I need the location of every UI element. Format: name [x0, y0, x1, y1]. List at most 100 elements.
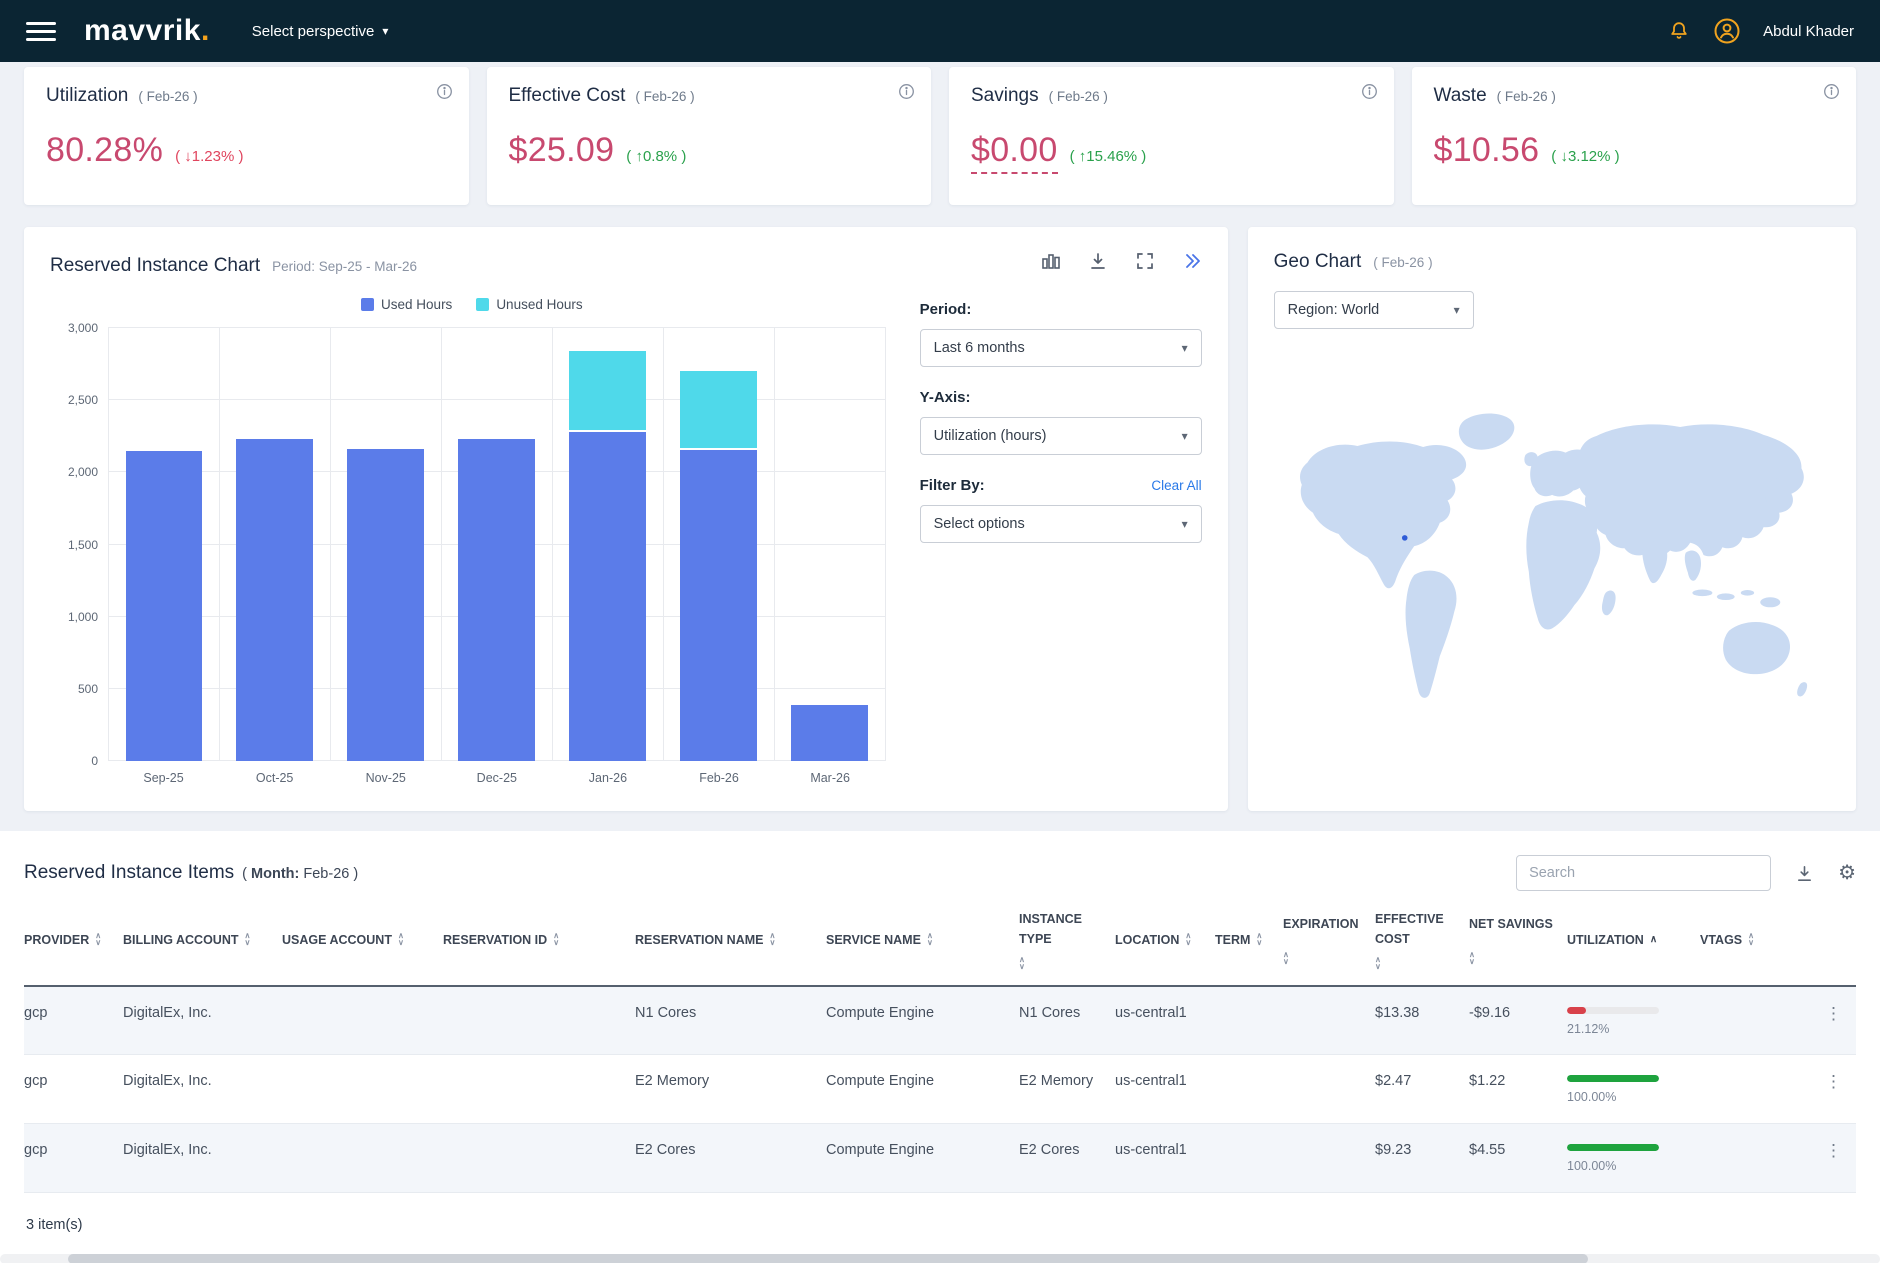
- column-header-net-savings[interactable]: NET SAVINGS∧∨: [1469, 909, 1555, 971]
- download-table-icon[interactable]: [1795, 864, 1814, 883]
- cell-service-name: Compute Engine: [826, 1140, 1007, 1162]
- filter-options-select[interactable]: Select options ▾: [920, 505, 1202, 543]
- user-avatar-icon[interactable]: [1713, 17, 1741, 45]
- column-header-billing-account[interactable]: BILLING ACCOUNT∧∨: [123, 909, 270, 971]
- horizontal-scrollbar-track[interactable]: [0, 1254, 1880, 1263]
- kpi-delta: ( ↑0.8% ): [626, 148, 686, 165]
- bar-stack: [791, 328, 868, 761]
- chart-panel-title: Reserved Instance Chart: [50, 255, 260, 277]
- kpi-card-row: Utilization( Feb-26 )80.28%( ↓1.23% )Eff…: [24, 67, 1856, 205]
- geo-period-subtitle: ( Feb-26 ): [1373, 255, 1432, 270]
- column-header-reservation-name[interactable]: RESERVATION NAME∧∨: [635, 909, 814, 971]
- column-header-vtags[interactable]: VTAGS∧∨: [1700, 909, 1800, 971]
- legend-label: Used Hours: [381, 297, 452, 312]
- bar-column-Dec-25: [442, 328, 553, 761]
- x-axis-tick-label: Dec-25: [441, 771, 552, 785]
- collapse-panel-icon[interactable]: [1182, 251, 1202, 271]
- cell-utilization: 100.00%: [1567, 1140, 1688, 1176]
- table-settings-gear-icon[interactable]: ⚙: [1838, 863, 1856, 883]
- horizontal-scrollbar-thumb[interactable]: [68, 1254, 1588, 1263]
- column-header-expiration[interactable]: EXPIRATION∧∨: [1283, 909, 1363, 971]
- row-actions-kebab-icon[interactable]: ⋮: [1812, 1071, 1856, 1090]
- column-header-reservation-id[interactable]: RESERVATION ID∧∨: [443, 909, 623, 971]
- search-input[interactable]: [1516, 855, 1771, 891]
- legend-item-unused-hours[interactable]: Unused Hours: [476, 297, 582, 312]
- clear-all-link[interactable]: Clear All: [1151, 478, 1201, 493]
- x-axis-tick-label: Nov-25: [330, 771, 441, 785]
- bar-segment-used: [569, 432, 646, 761]
- table-month: ( Month: Feb-26 ): [242, 866, 358, 882]
- chart-type-icon[interactable]: [1041, 251, 1061, 271]
- cell-service-name: Compute Engine: [826, 1071, 1007, 1093]
- kpi-title: Savings: [971, 85, 1039, 107]
- cell-effective-cost: $9.23: [1375, 1140, 1457, 1162]
- column-header-utilization[interactable]: UTILIZATION∧: [1567, 909, 1688, 971]
- y-axis-tick-label: 0: [91, 754, 98, 768]
- kpi-delta: ( ↓1.23% ): [175, 148, 243, 165]
- kpi-period: ( Feb-26 ): [138, 89, 197, 104]
- top-navbar: mavvrik. Select perspective ▾ Abdul Khad…: [0, 0, 1880, 62]
- column-header-instance-type[interactable]: INSTANCE TYPE ∧∨: [1019, 909, 1103, 971]
- period-select[interactable]: Last 6 months ▾: [920, 329, 1202, 367]
- geo-chart-panel: Geo Chart ( Feb-26 ) Region: World ▾: [1248, 227, 1856, 811]
- cell-net-savings: -$9.16: [1469, 1003, 1555, 1025]
- info-icon[interactable]: [1361, 83, 1378, 100]
- utilization-bar-fill: [1567, 1007, 1586, 1014]
- fullscreen-icon[interactable]: [1135, 251, 1155, 271]
- chevron-down-icon: ▾: [382, 24, 388, 38]
- sort-icon: ∧∨: [245, 933, 251, 947]
- kpi-title-row: Effective Cost( Feb-26 ): [509, 85, 910, 107]
- bar-stack: [126, 328, 203, 761]
- info-icon[interactable]: [1823, 83, 1840, 100]
- info-icon[interactable]: [898, 83, 915, 100]
- chevron-down-icon: ▾: [1182, 341, 1188, 355]
- cell-instance-type: E2 Memory: [1019, 1071, 1103, 1093]
- kpi-title-row: Savings( Feb-26 ): [971, 85, 1372, 107]
- bar-segment-unused: [680, 371, 757, 447]
- column-header-service-name[interactable]: SERVICE NAME∧∨: [826, 909, 1007, 971]
- info-icon[interactable]: [436, 83, 453, 100]
- y-axis-tick-label: 2,000: [68, 465, 98, 479]
- kpi-card-savings: Savings( Feb-26 )$0.00( ↑15.46% ): [949, 67, 1394, 205]
- bar-stack: [569, 328, 646, 761]
- download-chart-icon[interactable]: [1088, 251, 1108, 271]
- cell-utilization: 100.00%: [1567, 1071, 1688, 1107]
- kpi-card-effective-cost: Effective Cost( Feb-26 )$25.09( ↑0.8% ): [487, 67, 932, 205]
- user-name[interactable]: Abdul Khader: [1763, 23, 1854, 40]
- hamburger-menu-icon[interactable]: [26, 22, 56, 41]
- kpi-title: Waste: [1434, 85, 1487, 107]
- column-header-usage-account[interactable]: USAGE ACCOUNT∧∨: [282, 909, 431, 971]
- bar-column-Oct-25: [220, 328, 331, 761]
- row-actions-kebab-icon[interactable]: ⋮: [1812, 1140, 1856, 1159]
- column-header-term[interactable]: TERM∧∨: [1215, 909, 1271, 971]
- cell-reservation-name: N1 Cores: [635, 1003, 814, 1025]
- column-header-label: INSTANCE TYPE: [1019, 909, 1103, 949]
- table-footer-count: 3 item(s): [24, 1193, 1856, 1249]
- table-row: gcpDigitalEx, Inc.E2 CoresCompute Engine…: [24, 1124, 1856, 1193]
- sort-icon: ∧∨: [1748, 933, 1754, 947]
- x-axis-tick-label: Sep-25: [108, 771, 219, 785]
- sort-icon: ∧∨: [1375, 957, 1381, 971]
- table-row: gcpDigitalEx, Inc.N1 CoresCompute Engine…: [24, 987, 1856, 1056]
- select-perspective-dropdown[interactable]: Select perspective ▾: [252, 23, 389, 40]
- region-select[interactable]: Region: World ▾: [1274, 291, 1474, 329]
- legend-item-used-hours[interactable]: Used Hours: [361, 297, 452, 312]
- chart-controls: Period: Last 6 months ▾ Y-Axis: Utilizat…: [920, 297, 1202, 787]
- notifications-bell-icon[interactable]: [1667, 19, 1691, 43]
- chart-period-subtitle: Period: Sep-25 - Mar-26: [272, 259, 417, 274]
- column-header-effective-cost[interactable]: EFFECTIVE COST∧∨: [1375, 909, 1457, 971]
- column-header-provider[interactable]: PROVIDER∧∨: [24, 909, 111, 971]
- bar-segment-used: [791, 705, 868, 761]
- bar-segment-unused: [569, 351, 646, 430]
- sort-icon: ∧∨: [1019, 957, 1025, 971]
- sort-icon: ∧∨: [1469, 952, 1475, 966]
- yaxis-select[interactable]: Utilization (hours) ▾: [920, 417, 1202, 455]
- world-map: [1274, 339, 1830, 787]
- world-map-svg: [1274, 407, 1830, 719]
- cell-provider: gcp: [24, 1140, 111, 1162]
- column-header-label: LOCATION: [1115, 930, 1179, 950]
- row-actions-kebab-icon[interactable]: ⋮: [1812, 1003, 1856, 1022]
- column-header-location[interactable]: LOCATION∧∨: [1115, 909, 1203, 971]
- period-label: Period:: [920, 301, 1202, 318]
- bar-segment-used: [236, 439, 313, 761]
